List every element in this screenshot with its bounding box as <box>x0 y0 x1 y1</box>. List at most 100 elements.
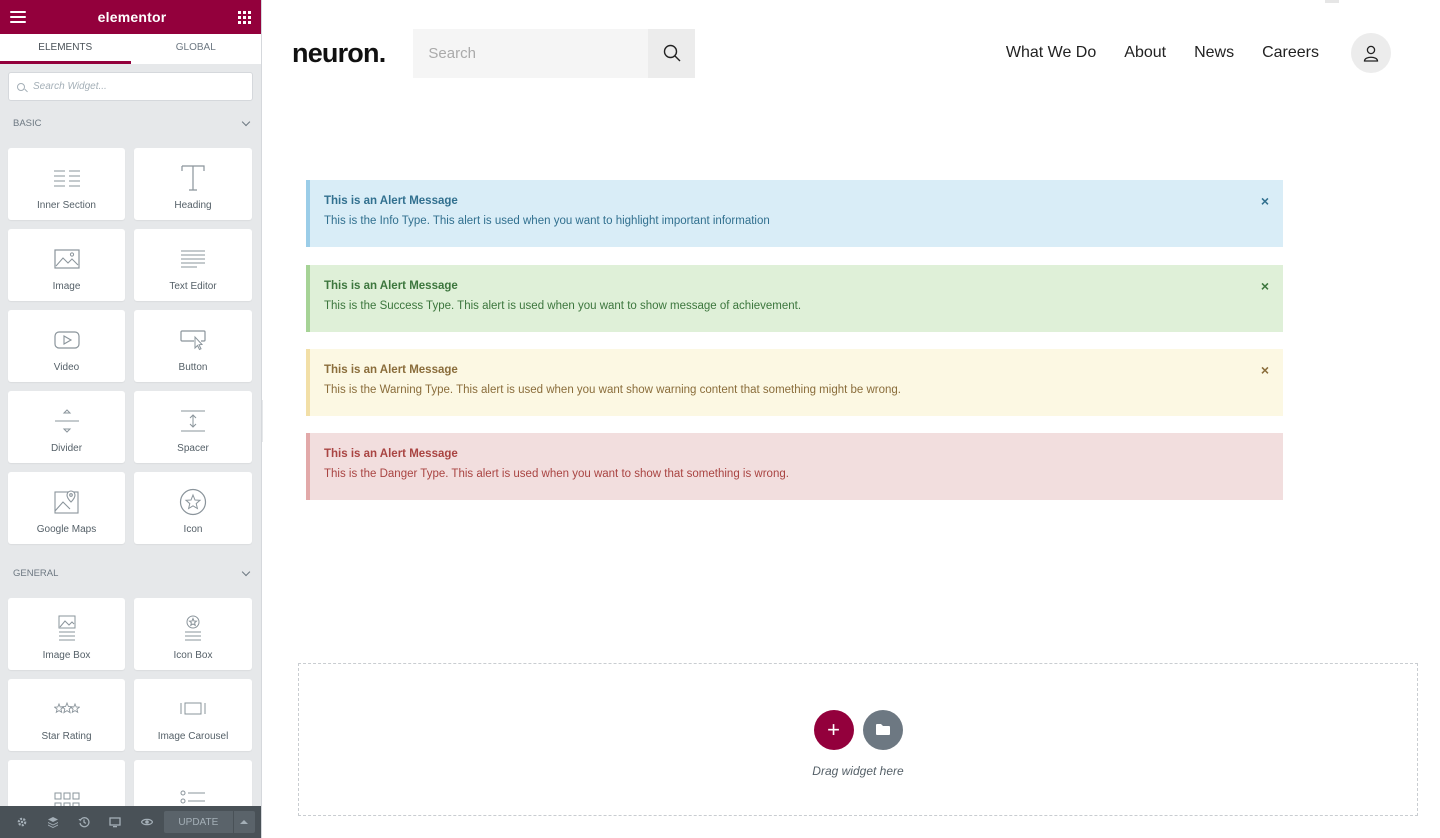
alert-title: This is an Alert Message <box>324 448 458 460</box>
editor-brand: elementor <box>97 9 167 25</box>
widget-label: Inner Section <box>37 200 96 211</box>
alert-title: This is an Alert Message <box>324 280 458 292</box>
category-title: GENERAL <box>13 567 59 579</box>
apps-grid-icon[interactable] <box>238 10 251 24</box>
widget-google-maps[interactable]: Google Maps <box>8 472 125 544</box>
site-logo[interactable]: neuron. <box>292 38 386 69</box>
widget-label: Divider <box>50 443 83 454</box>
search-widget-input[interactable]: Search Widget... <box>8 72 253 101</box>
widget-label: Heading <box>174 200 212 211</box>
google-maps-icon <box>53 486 80 518</box>
heading-icon <box>180 162 206 194</box>
alert-description: This is the Warning Type. This alert is … <box>324 384 902 396</box>
button-icon <box>180 324 206 356</box>
spacer-icon <box>180 405 206 437</box>
widget-heading[interactable]: Heading <box>134 148 252 220</box>
folder-icon <box>875 724 890 735</box>
search-widget-placeholder: Search Widget... <box>33 81 107 92</box>
settings-gear-icon[interactable] <box>6 806 37 838</box>
tab-global[interactable]: GLOBAL <box>131 34 262 64</box>
update-options-button[interactable] <box>233 811 255 833</box>
nav-what-we-do[interactable]: What We Do <box>1006 44 1096 62</box>
drop-zone[interactable]: + Drag widget here <box>298 663 1418 816</box>
nav-about[interactable]: About <box>1124 44 1166 62</box>
widgets-list: Search Widget... BASIC Inner Section Hea… <box>0 64 261 806</box>
widget-label: Icon <box>183 524 203 535</box>
user-icon <box>1363 45 1379 62</box>
widget-spacer[interactable]: Spacer <box>134 391 252 463</box>
widget-label: Icon Box <box>173 650 213 661</box>
site-search-button[interactable] <box>648 28 696 78</box>
panel-tabs: ELEMENTS GLOBAL <box>0 34 261 64</box>
widget-label: Video <box>53 362 80 373</box>
widget-star-rating[interactable]: Star Rating <box>8 679 125 751</box>
widget-text-editor[interactable]: Text Editor <box>134 229 252 301</box>
widget-label: Image Carousel <box>157 731 229 742</box>
preview-eye-icon[interactable] <box>131 806 162 838</box>
widget-label: Text Editor <box>169 281 217 292</box>
alert-description: This is the Success Type. This alert is … <box>324 300 802 312</box>
search-icon <box>17 82 25 91</box>
star-rating-icon <box>53 693 80 725</box>
widget-label: Button <box>178 362 208 373</box>
tab-elements[interactable]: ELEMENTS <box>0 34 131 64</box>
widget-icon-box[interactable]: Icon Box <box>134 598 252 670</box>
icon-box-icon <box>182 612 204 644</box>
add-section-button[interactable]: + <box>813 709 854 750</box>
widget-image[interactable]: Image <box>8 229 125 301</box>
alert-info: This is an Alert Message This is the Inf… <box>306 180 1283 247</box>
star-icon <box>179 486 207 518</box>
alert-title: This is an Alert Message <box>324 195 458 207</box>
widget-image-box[interactable]: Image Box <box>8 598 125 670</box>
category-basic-header[interactable]: BASIC <box>8 103 253 143</box>
site-preview: neuron. Search What We Do About News Car… <box>263 0 1440 838</box>
widget-label: Image Box <box>42 650 91 661</box>
alert-danger: This is an Alert Message This is the Dan… <box>306 433 1283 500</box>
widget-inner-section[interactable]: Inner Section <box>8 148 125 220</box>
drop-zone-text: Drag widget here <box>812 763 904 778</box>
category-general-header[interactable]: GENERAL <box>8 553 253 593</box>
history-icon[interactable] <box>68 806 99 838</box>
widget-icon-list[interactable] <box>134 760 252 806</box>
divider-icon <box>54 405 80 437</box>
widget-icon-grid[interactable] <box>8 760 125 806</box>
add-template-button[interactable] <box>862 709 903 750</box>
nav-careers[interactable]: Careers <box>1262 44 1319 62</box>
editor-panel: elementor ELEMENTS GLOBAL Search Widget.… <box>0 0 262 838</box>
site-header: neuron. Search What We Do About News Car… <box>292 28 1391 78</box>
basic-widgets-grid: Inner Section Heading Image Text Editor <box>8 148 253 544</box>
widget-label: Spacer <box>177 443 209 454</box>
alert-description: This is the Info Type. This alert is use… <box>324 215 770 227</box>
widget-video[interactable]: Video <box>8 310 125 382</box>
widget-button[interactable]: Button <box>134 310 252 382</box>
alert-success: This is an Alert Message This is the Suc… <box>306 265 1283 332</box>
image-box-icon <box>56 612 78 644</box>
video-icon <box>53 324 80 356</box>
general-widgets-grid: Image Box Icon Box Star Rating Image Car… <box>8 598 253 806</box>
inner-section-icon <box>53 162 81 194</box>
responsive-desktop-icon[interactable] <box>100 806 131 838</box>
close-icon[interactable]: × <box>1261 194 1269 208</box>
drop-zone-actions: + <box>813 709 903 750</box>
text-editor-icon <box>180 243 206 275</box>
menu-icon[interactable] <box>10 11 26 23</box>
alert-warning: This is an Alert Message This is the War… <box>306 349 1283 416</box>
alert-title: This is an Alert Message <box>324 364 458 376</box>
caret-up-icon <box>240 820 249 824</box>
category-title: BASIC <box>13 117 42 129</box>
image-carousel-icon <box>180 693 206 725</box>
user-account-button[interactable] <box>1351 33 1391 73</box>
widget-image-carousel[interactable]: Image Carousel <box>134 679 252 751</box>
nav-news[interactable]: News <box>1194 44 1234 62</box>
widget-icon[interactable]: Icon <box>134 472 252 544</box>
icon-list-icon <box>180 785 206 806</box>
chevron-down-icon <box>241 117 251 126</box>
site-search-input[interactable]: Search <box>413 28 649 78</box>
update-button[interactable]: UPDATE <box>164 811 233 833</box>
widget-label: Google Maps <box>36 524 97 535</box>
chevron-down-icon <box>241 567 251 576</box>
close-icon[interactable]: × <box>1261 279 1269 293</box>
widget-divider[interactable]: Divider <box>8 391 125 463</box>
navigator-layers-icon[interactable] <box>37 806 68 838</box>
close-icon[interactable]: × <box>1261 363 1269 377</box>
